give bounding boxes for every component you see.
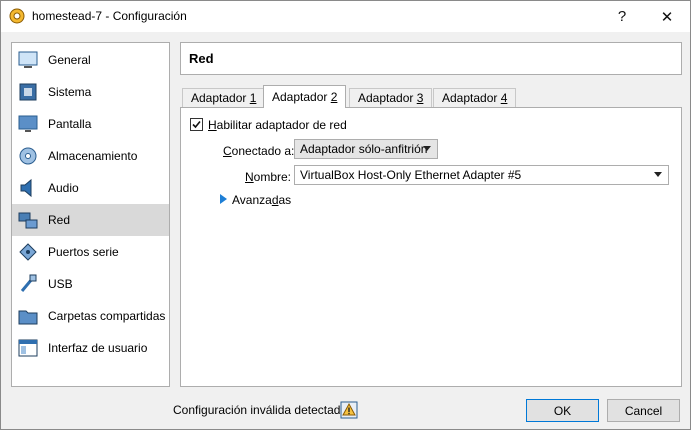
virtualbox-app-icon [9, 8, 25, 24]
storage-icon [19, 147, 37, 165]
tab-label: Adaptador [358, 91, 417, 105]
adapter-name-select[interactable]: VirtualBox Host-Only Ethernet Adapter #5 [294, 165, 669, 185]
sidebar-item-display[interactable]: Pantalla [12, 108, 169, 140]
user-interface-icon [18, 339, 38, 357]
serial-ports-icon [19, 243, 37, 261]
checkmark-icon [192, 120, 201, 129]
chevron-down-icon [423, 146, 431, 151]
sidebar-item-shared-folders[interactable]: Carpetas compartidas [12, 300, 169, 332]
section-header: Red [180, 42, 682, 75]
sidebar-item-label: USB [48, 277, 73, 291]
tab-adapter-4[interactable]: Adaptador 4 [433, 88, 517, 107]
sidebar-item-user-interface[interactable]: Interfaz de usuario [12, 332, 169, 364]
attached-to-select[interactable]: Adaptador sólo-anfitrión [294, 139, 438, 159]
enable-adapter-label: Habilitar adaptador de red [208, 118, 347, 132]
sidebar-item-general[interactable]: General [12, 44, 169, 76]
adapter-name-label: Nombre: [245, 170, 291, 184]
sidebar-item-label: Interfaz de usuario [48, 341, 148, 355]
enable-adapter-checkbox[interactable] [190, 118, 203, 131]
sidebar-item-usb[interactable]: USB [12, 268, 169, 300]
usb-icon [20, 274, 37, 292]
sidebar-item-audio[interactable]: Audio [12, 172, 169, 204]
label-text: abilitar adaptador de red [216, 118, 347, 132]
sidebar-item-label: General [48, 53, 91, 67]
help-button[interactable]: ? [599, 1, 645, 32]
status-message: Configuración inválida detectada [173, 403, 348, 417]
sidebar-item-label: Pantalla [48, 117, 92, 131]
warning-icon[interactable] [340, 401, 358, 419]
sidebar-item-serial-ports[interactable]: Puertos serie [12, 236, 169, 268]
ok-button[interactable]: OK [526, 399, 599, 422]
sidebar-item-label: Sistema [48, 85, 92, 99]
sidebar-item-label: Almacenamiento [48, 149, 138, 163]
sidebar-item-label: Red [48, 213, 71, 227]
sidebar-item-label: Puertos serie [48, 245, 119, 259]
label-text: Avanza [232, 193, 272, 207]
label-key: d [271, 193, 279, 207]
attached-to-value: Adaptador sólo-anfitrión [300, 142, 428, 156]
display-icon [18, 115, 38, 132]
tab-label: Adaptador [191, 91, 250, 105]
tab-adapter-3[interactable]: Adaptador 3 [349, 88, 433, 107]
sidebar-item-label: Carpetas compartidas [48, 309, 166, 323]
title-bar: homestead-7 - Configuración ? ✕ [1, 1, 690, 32]
sidebar-item-storage[interactable]: Almacenamiento [12, 140, 169, 172]
tab-key: 2 [330, 90, 338, 104]
label-key: N [245, 170, 254, 184]
tab-label: Adaptador [272, 90, 331, 104]
page-title: Red [189, 51, 214, 66]
label-text: onectado a: [231, 144, 295, 158]
settings-window: homestead-7 - Configuración ? ✕ General … [0, 0, 691, 430]
general-icon [18, 51, 38, 68]
label-text: ombre: [253, 170, 292, 184]
tab-adapter-1[interactable]: Adaptador 1 [182, 88, 266, 107]
tab-key: 1 [249, 91, 257, 105]
tab-label: Adaptador [442, 91, 501, 105]
attached-to-label: Conectado a: [223, 144, 294, 158]
window-title: homestead-7 - Configuración [32, 9, 187, 23]
advanced-toggle[interactable]: Avanzadas [232, 193, 291, 207]
sidebar-item-label: Audio [48, 181, 79, 195]
network-icon [18, 212, 38, 229]
system-icon [19, 83, 37, 101]
adapter-name-value: VirtualBox Host-Only Ethernet Adapter #5 [300, 168, 522, 182]
shared-folders-icon [18, 310, 38, 325]
expand-arrow-icon[interactable] [220, 194, 227, 204]
label-key: C [223, 144, 232, 158]
tab-key: 3 [416, 91, 424, 105]
sidebar-item-network[interactable]: Red [12, 204, 169, 236]
audio-icon [20, 178, 32, 198]
tab-key: 4 [500, 91, 508, 105]
cancel-button[interactable]: Cancel [607, 399, 680, 422]
label-key: H [208, 118, 217, 132]
tab-adapter-2[interactable]: Adaptador 2 [263, 85, 347, 108]
close-button[interactable]: ✕ [644, 1, 690, 32]
settings-sidebar: General Sistema Pantalla Almacenamiento [11, 42, 170, 387]
sidebar-item-system[interactable]: Sistema [12, 76, 169, 108]
chevron-down-icon [654, 172, 662, 177]
label-text: as [278, 193, 292, 207]
